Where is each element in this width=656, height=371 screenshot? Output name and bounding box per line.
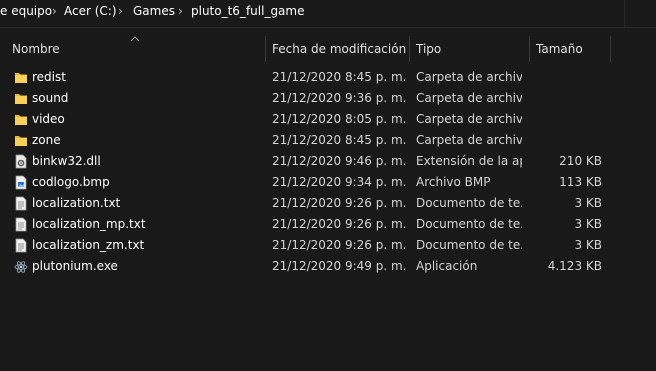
file-size: 3 KB [574,217,602,231]
file-date: 21/12/2020 9:49 p. m. [272,259,407,273]
file-size: 3 KB [574,196,602,210]
file-row[interactable]: plutonium.exe 21/12/2020 9:49 p. m. Apli… [0,256,656,277]
file-type: Archivo BMP [416,175,491,189]
file-name: redist [32,70,66,84]
file-name: zone [32,133,61,147]
column-date-header[interactable]: Fecha de modificación [266,36,408,62]
file-name: plutonium.exe [32,259,118,273]
file-size [530,67,602,88]
file-type: Carpeta de archivos [416,112,522,126]
file-date: 21/12/2020 9:36 p. m. [272,91,407,105]
breadcrumb-separator-icon[interactable]: › [52,4,57,18]
file-size [530,130,602,151]
file-row[interactable]: sound 21/12/2020 9:36 p. m. Carpeta de a… [0,88,656,109]
breadcrumb-item-current-folder[interactable]: pluto_t6_full_game [191,4,304,18]
column-divider[interactable] [610,36,611,62]
column-size-header[interactable]: Tamaño [530,36,610,62]
file-date: 21/12/2020 8:05 p. m. [272,112,407,126]
plutonium-atom-icon [14,261,28,273]
folder-icon [15,115,27,125]
file-row[interactable]: codlogo.bmp 21/12/2020 9:34 p. m. Archiv… [0,172,656,193]
file-size: 210 KB [559,154,602,168]
folder-icon [15,73,27,83]
file-type: Documento de te... [416,217,522,231]
file-row[interactable]: localization_zm.txt 21/12/2020 9:26 p. m… [0,235,656,256]
text-file-icon [15,196,27,211]
file-row[interactable]: video 21/12/2020 8:05 p. m. Carpeta de a… [0,109,656,130]
folder-icon [15,94,27,104]
breadcrumb-item-drive[interactable]: Acer (C:) [64,4,117,18]
file-row[interactable]: zone 21/12/2020 8:45 p. m. Carpeta de ar… [0,130,656,151]
file-name: codlogo.bmp [32,175,110,189]
breadcrumb-separator-icon[interactable]: › [178,4,183,18]
file-list: redist 21/12/2020 8:45 p. m. Carpeta de … [0,67,656,277]
file-size [530,88,602,109]
file-date: 21/12/2020 9:34 p. m. [272,175,407,189]
file-date: 21/12/2020 9:26 p. m. [272,238,407,252]
file-row[interactable]: redist 21/12/2020 8:45 p. m. Carpeta de … [0,67,656,88]
file-row[interactable]: binkw32.dll 21/12/2020 9:46 p. m. Extens… [0,151,656,172]
file-type: Carpeta de archivos [416,133,522,147]
folder-icon [15,136,27,146]
column-header-bar: Nombre Fecha de modificación Tipo Tamaño [0,36,656,62]
address-bar-divider [0,27,656,28]
bmp-image-icon [15,175,27,190]
file-name: binkw32.dll [32,154,101,168]
file-type: Extensión de la ap... [416,154,522,168]
file-name: localization_zm.txt [32,238,145,252]
file-size [530,109,602,130]
file-name: localization.txt [32,196,121,210]
file-row[interactable]: localization_mp.txt 21/12/2020 9:26 p. m… [0,214,656,235]
text-file-icon [15,217,27,232]
address-bar[interactable]: e equipo › Acer (C:) › Games › pluto_t6_… [0,0,656,28]
file-date: 21/12/2020 8:45 p. m. [272,70,407,84]
file-type: Aplicación [416,259,478,273]
file-name: video [32,112,65,126]
address-bar-dropdown[interactable] [624,0,656,27]
file-date: 21/12/2020 9:46 p. m. [272,154,407,168]
file-size: 4.123 KB [547,259,602,273]
file-name: sound [32,91,69,105]
column-name-header[interactable]: Nombre [6,36,264,62]
dll-icon [15,154,27,169]
file-name: localization_mp.txt [32,217,146,231]
text-file-icon [15,238,27,253]
column-type-header[interactable]: Tipo [410,36,528,62]
file-type: Carpeta de archivos [416,91,522,105]
file-date: 21/12/2020 9:26 p. m. [272,217,407,231]
breadcrumb-item-this-pc[interactable]: e equipo [0,4,52,18]
file-date: 21/12/2020 8:45 p. m. [272,133,407,147]
breadcrumb-separator-icon[interactable]: › [118,4,123,18]
file-type: Documento de te... [416,238,522,252]
file-date: 21/12/2020 9:26 p. m. [272,196,407,210]
file-size: 113 KB [559,175,602,189]
breadcrumb-item-games[interactable]: Games [133,4,175,18]
file-row[interactable]: localization.txt 21/12/2020 9:26 p. m. D… [0,193,656,214]
file-size: 3 KB [574,238,602,252]
file-type: Documento de te... [416,196,522,210]
file-type: Carpeta de archivos [416,70,522,84]
